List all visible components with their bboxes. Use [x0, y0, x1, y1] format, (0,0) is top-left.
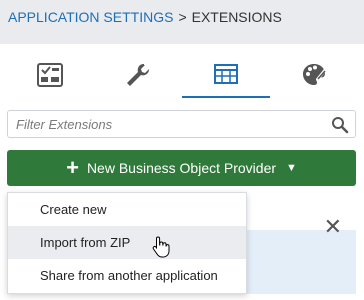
caret-down-icon: ▼	[286, 162, 297, 174]
tab-settings[interactable]	[6, 52, 94, 98]
hand-cursor-icon	[152, 236, 170, 258]
breadcrumb-parent-link[interactable]: APPLICATION SETTINGS	[8, 9, 173, 25]
settings-panel-icon	[37, 63, 63, 87]
breadcrumb: APPLICATION SETTINGS > EXTENSIONS	[8, 9, 282, 25]
new-business-object-provider-button[interactable]: + New Business Object Provider ▼	[7, 150, 356, 186]
dropdown-menu: Create new Import from ZIP Share from an…	[7, 192, 247, 294]
wrench-icon	[127, 63, 150, 86]
new-business-object-provider-label: New Business Object Provider	[86, 160, 277, 176]
table-grid-icon	[214, 64, 238, 84]
search-icon[interactable]	[331, 116, 349, 134]
filter-extensions-input[interactable]	[8, 111, 320, 137]
tab-table[interactable]	[182, 52, 270, 98]
header-bar: APPLICATION SETTINGS > EXTENSIONS	[0, 0, 364, 44]
breadcrumb-separator: >	[178, 9, 187, 25]
menu-item-import-from-zip[interactable]: Import from ZIP	[8, 226, 246, 259]
menu-item-create-new[interactable]: Create new	[8, 193, 246, 226]
tab-wrench[interactable]	[94, 52, 182, 98]
tab-theme[interactable]	[270, 52, 358, 98]
palette-icon	[303, 64, 327, 85]
tab-bar	[0, 52, 364, 98]
close-icon[interactable]: ✕	[324, 214, 342, 240]
plus-icon: +	[66, 155, 79, 180]
menu-item-share-from-another-application[interactable]: Share from another application	[8, 259, 246, 292]
breadcrumb-current: EXTENSIONS	[191, 9, 282, 25]
filter-extensions-field	[7, 110, 356, 138]
